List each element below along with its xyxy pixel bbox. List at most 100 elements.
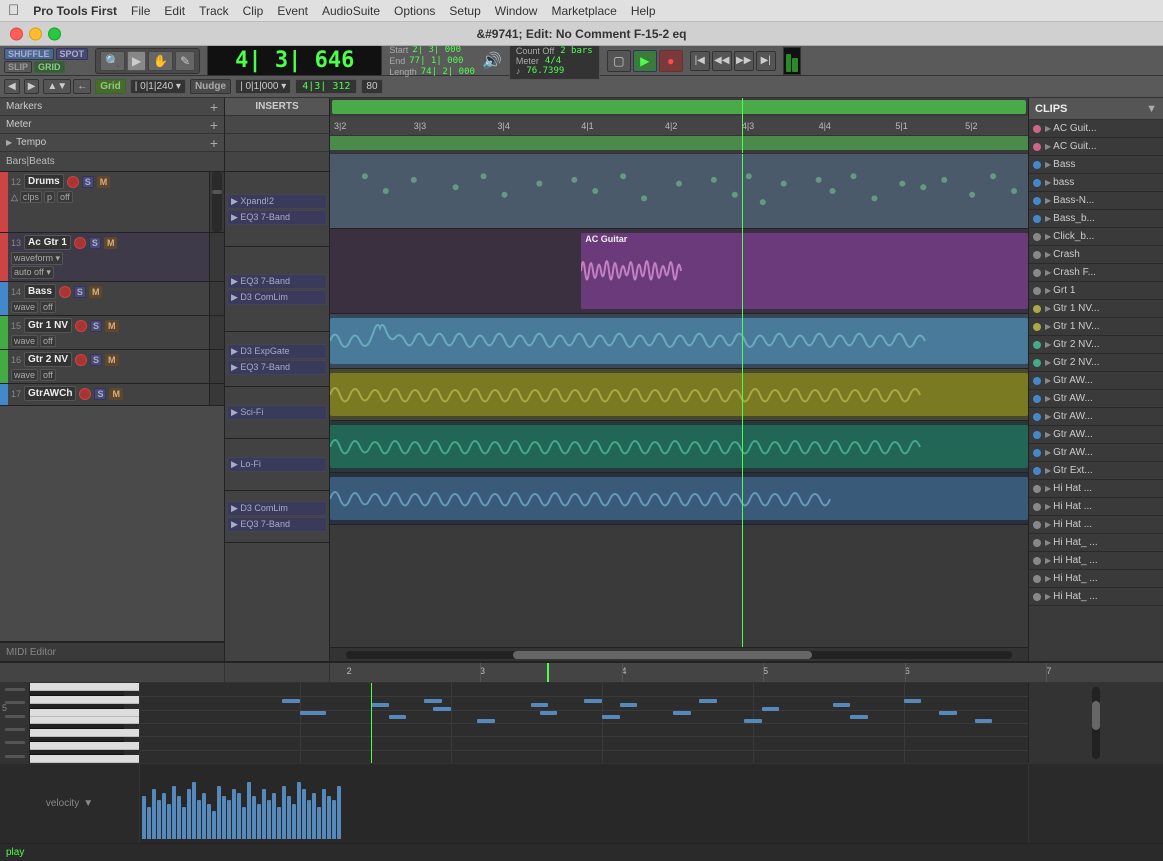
fast-forward-button[interactable]: ▶▶ (734, 51, 754, 71)
clip-item[interactable]: ▶AC Guit... (1029, 120, 1163, 138)
clip-item[interactable]: ▶Hi Hat_ ... (1029, 570, 1163, 588)
meter-add[interactable]: + (210, 117, 218, 133)
rewind-button[interactable]: ◀◀ (712, 51, 732, 71)
forward-btn[interactable]: ▶ (24, 79, 40, 94)
maximize-button[interactable] (48, 27, 61, 40)
zoom-in-v[interactable]: ▲▼ (43, 79, 71, 94)
clip-item[interactable]: ▶Crash (1029, 246, 1163, 264)
grid-value-display[interactable]: | 0|1|240 ▾ (130, 79, 186, 94)
track-gtraWch-m[interactable]: M (109, 388, 123, 400)
insert-gtr2nv-1[interactable]: ▶ Lo-Fi (227, 457, 327, 472)
gtr1nv-clip[interactable] (330, 373, 1028, 416)
insert-drums-1[interactable]: ▶ Xpand!2 (227, 194, 327, 209)
track-drums-name-btn[interactable]: Drums (24, 174, 64, 189)
track-gtr1nv-s[interactable]: S (90, 320, 102, 332)
gtr2nv-clip[interactable] (330, 425, 1028, 468)
tempo-expand[interactable]: ▶ (6, 138, 12, 147)
apple-menu[interactable]:  (8, 2, 19, 19)
track-gtr2nv-name-btn[interactable]: Gtr 2 NV (24, 352, 72, 367)
menu-edit[interactable]: Edit (164, 4, 185, 18)
grid-button[interactable]: GRID (34, 61, 65, 73)
clip-item[interactable]: ▶Gtr Ext... (1029, 462, 1163, 480)
track-gtr2nv-s[interactable]: S (90, 354, 102, 366)
clip-item[interactable]: ▶Gtr 1 NV... (1029, 300, 1163, 318)
menu-help[interactable]: Help (631, 4, 656, 18)
pencil-tool[interactable]: ✎ (175, 51, 195, 71)
track-drums-rec[interactable] (67, 176, 79, 188)
ac-guitar-clip[interactable]: AC Guitar (581, 233, 1028, 309)
track-acgtr1-waveform[interactable]: waveform ▾ (11, 252, 63, 265)
zoom-out-v[interactable]: ← (73, 79, 91, 94)
h-scrollbar[interactable] (330, 647, 1028, 661)
clip-item[interactable]: ▶Gtr AW... (1029, 444, 1163, 462)
track-drums-clips-btn[interactable]: clps (20, 191, 42, 203)
hand-tool[interactable]: ✋ (148, 51, 173, 71)
menu-track[interactable]: Track (199, 4, 229, 18)
menu-marketplace[interactable]: Marketplace (551, 4, 616, 18)
track-acgtr1-s[interactable]: S (89, 237, 101, 249)
clip-item[interactable]: ▶Bass-N... (1029, 192, 1163, 210)
track-bass-wave[interactable]: wave (11, 301, 38, 313)
menu-audiosuite[interactable]: AudioSuite (322, 4, 380, 18)
clip-item[interactable]: ▶Click_b... (1029, 228, 1163, 246)
tempo-add[interactable]: + (210, 135, 218, 151)
menu-setup[interactable]: Setup (449, 4, 480, 18)
track-gtr2nv-off[interactable]: off (40, 369, 56, 381)
clip-item[interactable]: ▶Hi Hat ... (1029, 480, 1163, 498)
clip-item[interactable]: ▶Gtr AW... (1029, 390, 1163, 408)
track-gtr1nv-rec[interactable] (75, 320, 87, 332)
track-drums-s[interactable]: S (82, 176, 94, 188)
track-gtr1nv-m[interactable]: M (105, 320, 119, 332)
clip-item[interactable]: ▶Hi Hat ... (1029, 516, 1163, 534)
minimize-button[interactable] (29, 27, 42, 40)
clip-item[interactable]: ▶Gtr AW... (1029, 426, 1163, 444)
clip-item[interactable]: ▶Gtr 2 NV... (1029, 336, 1163, 354)
track-gtr1nv-off[interactable]: off (40, 335, 56, 347)
insert-acgtr1-2[interactable]: ▶ D3 ComLim (227, 290, 327, 305)
back-btn[interactable]: ◀ (4, 79, 20, 94)
clip-item[interactable]: ▶Gtr AW... (1029, 372, 1163, 390)
insert-gtraWch-1[interactable]: ▶ D3 ComLim (227, 501, 327, 516)
insert-gtraWch-2[interactable]: ▶ EQ3 7-Band (227, 517, 327, 532)
clip-item[interactable]: ▶AC Guit... (1029, 138, 1163, 156)
track-gtraWch-name-btn[interactable]: GtrAWCh (24, 386, 76, 401)
clip-item[interactable]: ▶Gtr 1 NV... (1029, 318, 1163, 336)
track-gtraWch-rec[interactable] (79, 388, 91, 400)
nudge-value-display[interactable]: | 0|1|000 ▾ (235, 79, 291, 94)
insert-bass-2[interactable]: ▶ EQ3 7-Band (227, 360, 327, 375)
track-drums-m[interactable]: M (97, 176, 111, 188)
clip-item[interactable]: ▶Hi Hat_ ... (1029, 534, 1163, 552)
shuffle-button[interactable]: SHUFFLE (4, 48, 54, 60)
track-acgtr1-m[interactable]: M (104, 237, 118, 249)
rewind-to-start[interactable]: |◀ (690, 51, 710, 71)
monitor-icon[interactable]: 🔊 (482, 51, 502, 71)
track-bass-m[interactable]: M (89, 286, 103, 298)
midi-editor-label[interactable]: MIDI Editor (0, 641, 224, 661)
menu-options[interactable]: Options (394, 4, 435, 18)
track-gtr2nv-m[interactable]: M (105, 354, 119, 366)
play-button[interactable]: ▶ (633, 50, 657, 72)
clip-item[interactable]: ▶Bass (1029, 156, 1163, 174)
track-gtr1nv-wave[interactable]: wave (11, 335, 38, 347)
menu-event[interactable]: Event (277, 4, 308, 18)
clip-item[interactable]: ▶Bass_b... (1029, 210, 1163, 228)
track-gtr1nv-name-btn[interactable]: Gtr 1 NV (24, 318, 72, 333)
menu-window[interactable]: Window (495, 4, 538, 18)
clips-menu-btn[interactable]: ▼ (1146, 103, 1157, 115)
clip-item[interactable]: ▶Gtr 2 NV... (1029, 354, 1163, 372)
slip-button[interactable]: SLIP (4, 61, 32, 73)
track-bass-rec[interactable] (59, 286, 71, 298)
clip-item[interactable]: ▶Hi Hat_ ... (1029, 552, 1163, 570)
track-bass-s[interactable]: S (74, 286, 86, 298)
clip-item[interactable]: ▶bass (1029, 174, 1163, 192)
markers-add[interactable]: + (210, 99, 218, 115)
track-acgtr1-rec[interactable] (74, 237, 86, 249)
insert-acgtr1-1[interactable]: ▶ EQ3 7-Band (227, 274, 327, 289)
clip-item[interactable]: ▶Gtr AW... (1029, 408, 1163, 426)
track-bass-name-btn[interactable]: Bass (24, 284, 56, 299)
clip-item[interactable]: ▶Hi Hat_ ... (1029, 588, 1163, 606)
forward-to-end[interactable]: ▶| (756, 51, 776, 71)
zoom-tool[interactable]: 🔍 (100, 51, 125, 71)
track-drums-pan[interactable]: p (44, 191, 55, 203)
bass-clip[interactable] (330, 318, 1028, 364)
